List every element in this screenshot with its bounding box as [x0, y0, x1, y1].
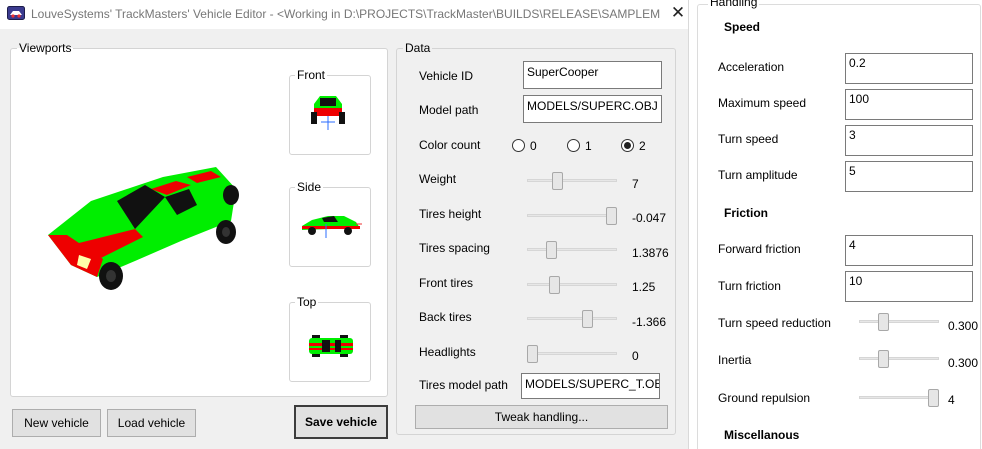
top-viewport-label: Top: [295, 295, 319, 309]
back-tires-value: -1.366: [632, 315, 667, 329]
misc-section-title: Miscellanous: [724, 428, 800, 442]
slider-track: [527, 248, 617, 251]
back-tires-slider[interactable]: [527, 309, 617, 329]
slider-thumb[interactable]: [526, 345, 538, 363]
tires-height-slider[interactable]: [527, 206, 617, 226]
slider-thumb[interactable]: [928, 389, 940, 407]
title-bar[interactable]: LouveSystems' TrackMasters' Vehicle Edit…: [0, 0, 688, 29]
car-top-preview: [309, 335, 353, 357]
headlights-label: Headlights: [419, 345, 476, 359]
slider-thumb[interactable]: [546, 241, 558, 259]
slider-track: [859, 320, 939, 323]
model-path-input[interactable]: MODELS/SUPERC.OBJ: [523, 95, 662, 123]
car-front-preview: [311, 96, 345, 130]
slider-thumb[interactable]: [549, 276, 560, 294]
turn-friction-input[interactable]: 10: [845, 271, 973, 302]
vehicle-id-input[interactable]: SuperCooper: [523, 61, 662, 89]
front-tires-value: 1.25: [632, 280, 656, 294]
tires-model-path-label: Tires model path: [419, 378, 508, 392]
forward-friction-input[interactable]: 4: [845, 235, 973, 266]
front-viewport-label: Front: [295, 68, 328, 82]
inertia-slider[interactable]: [859, 349, 939, 369]
radio-2-circle[interactable]: [621, 139, 634, 152]
close-icon[interactable]: ✕: [668, 3, 688, 23]
model-path-label: Model path: [419, 103, 479, 117]
tires-model-path-input[interactable]: MODELS/SUPERC_T.OBJ: [521, 373, 660, 399]
radio-0-circle[interactable]: [512, 139, 525, 152]
acceleration-input[interactable]: 0.2: [845, 53, 973, 84]
speed-section-title: Speed: [724, 20, 761, 34]
main-3d-viewport[interactable]: [31, 149, 251, 299]
slider-thumb[interactable]: [878, 313, 889, 331]
turn-speed-reduction-label: Turn speed reduction: [718, 316, 831, 330]
tweak-handling-button[interactable]: Tweak handling...: [415, 405, 668, 429]
viewports-title: Viewports: [17, 41, 74, 55]
turn-speed-reduction-value: 0.300: [948, 319, 979, 333]
turn-friction-label: Turn friction: [718, 279, 781, 293]
slider-thumb[interactable]: [551, 172, 563, 190]
side-viewport-label: Side: [295, 180, 324, 194]
radio-0-label: 0: [530, 139, 537, 153]
load-vehicle-button[interactable]: Load vehicle: [107, 409, 196, 437]
radio-1-label: 1: [585, 139, 592, 153]
car-side-preview: [302, 216, 362, 238]
ground-repulsion-label: Ground repulsion: [718, 391, 811, 405]
tires-spacing-value: 1.3876: [632, 246, 669, 260]
weight-slider[interactable]: [527, 171, 617, 191]
slider-track: [527, 317, 617, 320]
slider-thumb[interactable]: [605, 207, 617, 225]
window-title: LouveSystems' TrackMasters' Vehicle Edit…: [31, 7, 661, 21]
slider-track: [527, 352, 617, 355]
data-title: Data: [403, 41, 433, 55]
back-tires-label: Back tires: [419, 310, 472, 324]
front-viewport[interactable]: Front: [289, 68, 371, 155]
inertia-label: Inertia: [718, 353, 752, 367]
handling-panel: Handling Speed Acceleration 0.2 Maximum …: [688, 0, 982, 449]
radio-2-label: 2: [639, 139, 646, 153]
main-window: LouveSystems' TrackMasters' Vehicle Edit…: [0, 0, 688, 449]
turn-speed-input[interactable]: 3: [845, 125, 973, 156]
data-group: Data Vehicle ID SuperCooper Model path M…: [396, 41, 676, 435]
tires-height-value: -0.047: [632, 211, 667, 225]
new-vehicle-button[interactable]: New vehicle: [12, 409, 101, 437]
front-tires-slider[interactable]: [527, 275, 617, 295]
acceleration-label: Acceleration: [718, 60, 785, 74]
forward-friction-label: Forward friction: [718, 242, 801, 256]
inertia-value: 0.300: [948, 356, 979, 370]
color-count-label: Color count: [419, 138, 481, 152]
radio-1-circle[interactable]: [567, 139, 580, 152]
side-viewport[interactable]: Side: [289, 180, 371, 267]
turn-speed-reduction-slider[interactable]: [859, 312, 939, 332]
maximum-speed-input[interactable]: 100: [845, 89, 973, 120]
slider-thumb[interactable]: [878, 350, 889, 368]
front-tires-label: Front tires: [419, 276, 474, 290]
friction-section-title: Friction: [724, 206, 768, 220]
turn-amplitude-input[interactable]: 5: [845, 161, 973, 192]
turn-speed-label: Turn speed: [718, 132, 779, 146]
maximum-speed-label: Maximum speed: [718, 96, 807, 110]
weight-value: 7: [632, 177, 639, 191]
slider-track: [527, 214, 617, 217]
slider-thumb[interactable]: [582, 310, 594, 328]
headlights-slider[interactable]: [526, 344, 617, 364]
top-viewport[interactable]: Top: [289, 295, 371, 382]
slider-track: [859, 357, 939, 360]
weight-label: Weight: [419, 172, 457, 186]
handling-title: Handling: [708, 0, 760, 9]
slider-track: [859, 396, 939, 399]
tires-spacing-slider[interactable]: [527, 240, 617, 260]
vehicle-id-label: Vehicle ID: [419, 69, 474, 83]
slider-track: [527, 179, 617, 182]
ground-repulsion-value: 4: [948, 393, 955, 407]
save-vehicle-button[interactable]: Save vehicle: [294, 405, 388, 439]
ground-repulsion-slider[interactable]: [859, 388, 940, 408]
tires-spacing-label: Tires spacing: [419, 241, 490, 255]
slider-track: [527, 283, 617, 286]
headlights-value: 0: [632, 349, 639, 363]
tires-height-label: Tires height: [419, 207, 482, 221]
turn-amplitude-label: Turn amplitude: [718, 168, 798, 182]
app-icon: [7, 6, 25, 20]
viewports-group: Viewports Front Side Top: [10, 41, 388, 397]
